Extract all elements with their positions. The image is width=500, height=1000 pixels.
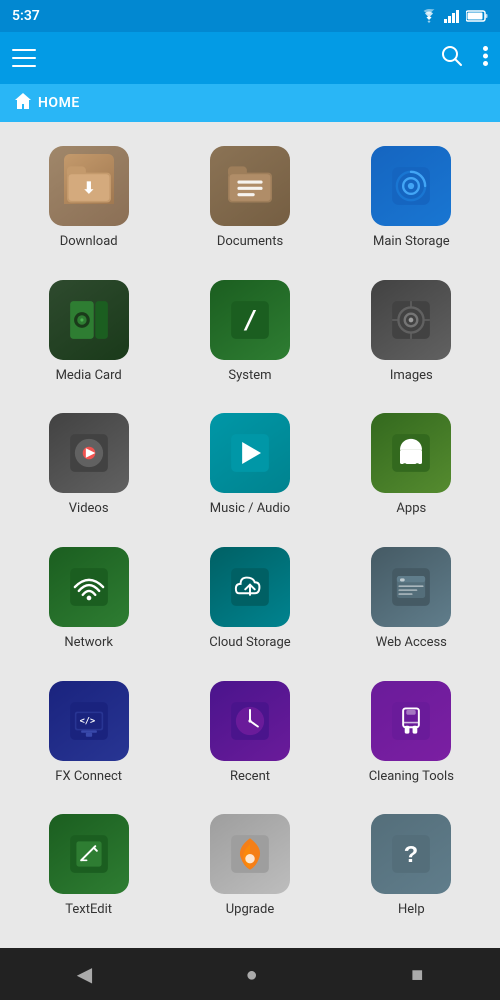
recents-button[interactable]: ■ <box>387 954 447 995</box>
media-card-label: Media Card <box>56 368 122 383</box>
grid-item-videos[interactable]: Videos <box>12 405 165 531</box>
grid-item-documents[interactable]: Documents <box>173 138 326 264</box>
documents-label: Documents <box>217 234 283 249</box>
wifi-icon <box>420 9 438 23</box>
svg-text:/: / <box>242 305 257 334</box>
battery-icon <box>466 10 488 22</box>
network-icon <box>67 565 111 609</box>
grid-item-images[interactable]: Images <box>335 272 488 398</box>
hamburger-menu-button[interactable] <box>12 49 36 67</box>
grid-item-music-audio[interactable]: Music / Audio <box>173 405 326 531</box>
download-folder-icon: ⬇ <box>67 164 111 208</box>
videos-icon <box>67 431 111 475</box>
grid-item-media-card[interactable]: Media Card <box>12 272 165 398</box>
status-time: 5:37 <box>12 8 40 24</box>
recent-icon <box>228 699 272 743</box>
images-label: Images <box>390 368 433 383</box>
videos-label: Videos <box>69 501 109 516</box>
svg-text:?: ? <box>404 841 418 867</box>
download-label: Download <box>60 234 118 249</box>
music-audio-icon <box>228 431 272 475</box>
documents-folder-icon <box>228 164 272 208</box>
textedit-icon <box>67 832 111 876</box>
signal-icon <box>444 9 460 23</box>
textedit-label: TextEdit <box>65 902 112 917</box>
breadcrumb: Home <box>0 84 500 122</box>
grid-item-textedit[interactable]: TextEdit <box>12 806 165 932</box>
grid-item-system[interactable]: / System <box>173 272 326 398</box>
fx-connect-icon: </> <box>67 699 111 743</box>
app-grid: ⬇ Download Documents <box>0 122 500 948</box>
cloud-storage-label: Cloud Storage <box>209 635 290 650</box>
status-icons <box>420 9 488 23</box>
cleaning-tools-label: Cleaning Tools <box>369 769 454 784</box>
search-button[interactable] <box>441 45 463 72</box>
help-label: Help <box>398 902 425 917</box>
svg-text:⬇: ⬇ <box>82 178 95 197</box>
system-icon: / <box>228 298 272 342</box>
cleaning-tools-icon <box>389 699 433 743</box>
grid-item-apps[interactable]: Apps <box>335 405 488 531</box>
grid-item-upgrade[interactable]: Upgrade <box>173 806 326 932</box>
grid-item-recent[interactable]: Recent <box>173 673 326 799</box>
top-bar <box>0 32 500 84</box>
cloud-storage-icon <box>228 565 272 609</box>
home-button[interactable]: ● <box>222 954 282 995</box>
grid-item-network[interactable]: Network <box>12 539 165 665</box>
grid-item-web-access[interactable]: Web Access <box>335 539 488 665</box>
main-storage-icon <box>389 164 433 208</box>
top-bar-right <box>441 45 488 72</box>
top-bar-left <box>12 49 36 67</box>
web-access-icon <box>389 565 433 609</box>
apps-icon <box>389 431 433 475</box>
more-options-button[interactable] <box>483 46 488 71</box>
main-storage-label: Main Storage <box>373 234 450 249</box>
recent-label: Recent <box>230 769 270 784</box>
music-audio-label: Music / Audio <box>210 501 291 516</box>
grid-item-cloud-storage[interactable]: Cloud Storage <box>173 539 326 665</box>
navigation-bar: ◀ ● ■ <box>0 948 500 1000</box>
home-icon <box>14 92 32 114</box>
help-icon: ? <box>389 832 433 876</box>
system-label: System <box>228 368 271 383</box>
upgrade-label: Upgrade <box>226 902 274 917</box>
media-card-icon <box>67 298 111 342</box>
status-bar: 5:37 <box>0 0 500 32</box>
back-button[interactable]: ◀ <box>53 954 116 994</box>
upgrade-icon <box>228 832 272 876</box>
web-access-label: Web Access <box>376 635 447 650</box>
apps-label: Apps <box>396 501 426 516</box>
grid-item-download[interactable]: ⬇ Download <box>12 138 165 264</box>
svg-text:</>: </> <box>79 716 95 726</box>
grid-item-cleaning-tools[interactable]: Cleaning Tools <box>335 673 488 799</box>
breadcrumb-text: Home <box>38 95 80 111</box>
network-label: Network <box>64 635 113 650</box>
images-icon <box>389 298 433 342</box>
grid-item-main-storage[interactable]: Main Storage <box>335 138 488 264</box>
grid-item-help[interactable]: ? Help <box>335 806 488 932</box>
fx-connect-label: FX Connect <box>55 769 122 784</box>
grid-item-fx-connect[interactable]: </> FX Connect <box>12 673 165 799</box>
